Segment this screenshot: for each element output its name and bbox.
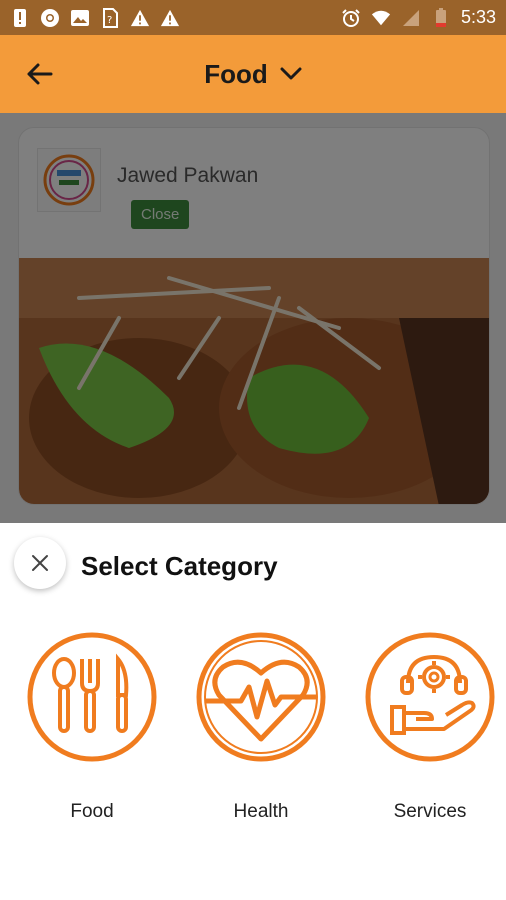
app-bar: Food xyxy=(0,35,506,113)
category-sheet: Select Category Food Health Services xyxy=(0,523,506,900)
back-button[interactable] xyxy=(22,57,56,91)
category-label: Services xyxy=(393,801,467,822)
warning-icon xyxy=(130,8,150,28)
arrow-left-icon xyxy=(27,63,53,85)
category-health[interactable]: Health xyxy=(186,631,336,823)
close-icon xyxy=(32,555,48,571)
image-icon xyxy=(70,8,90,28)
category-list: Food Health Services xyxy=(0,631,506,831)
battery-icon xyxy=(431,7,451,28)
utensils-icon xyxy=(27,632,157,762)
alert-icon xyxy=(10,8,30,28)
notification-icons: ? xyxy=(10,7,180,28)
close-button[interactable] xyxy=(14,537,66,589)
signal-icon xyxy=(401,8,421,28)
category-services[interactable]: Services xyxy=(355,631,505,823)
modal-backdrop[interactable] xyxy=(0,113,506,523)
category-label: Food xyxy=(70,801,114,822)
wifi-icon xyxy=(371,8,391,28)
svg-text:?: ? xyxy=(107,15,112,26)
clock-time: 5:33 xyxy=(460,7,496,27)
alarm-icon xyxy=(341,8,361,28)
chrome-icon xyxy=(40,8,60,28)
system-icons: 5:33 xyxy=(341,7,496,28)
status-bar: ? 5:33 xyxy=(0,0,506,35)
category-food[interactable]: Food xyxy=(17,631,167,823)
category-label: Health xyxy=(233,801,289,822)
warning-icon xyxy=(160,8,180,28)
page-title: Food xyxy=(204,58,268,89)
category-dropdown[interactable]: Food xyxy=(204,59,302,90)
heart-pulse-icon xyxy=(196,632,326,762)
sheet-title: Select Category xyxy=(81,551,278,581)
sim-icon: ? xyxy=(100,7,120,28)
service-hand-icon xyxy=(365,632,495,762)
chevron-down-icon xyxy=(280,67,302,80)
